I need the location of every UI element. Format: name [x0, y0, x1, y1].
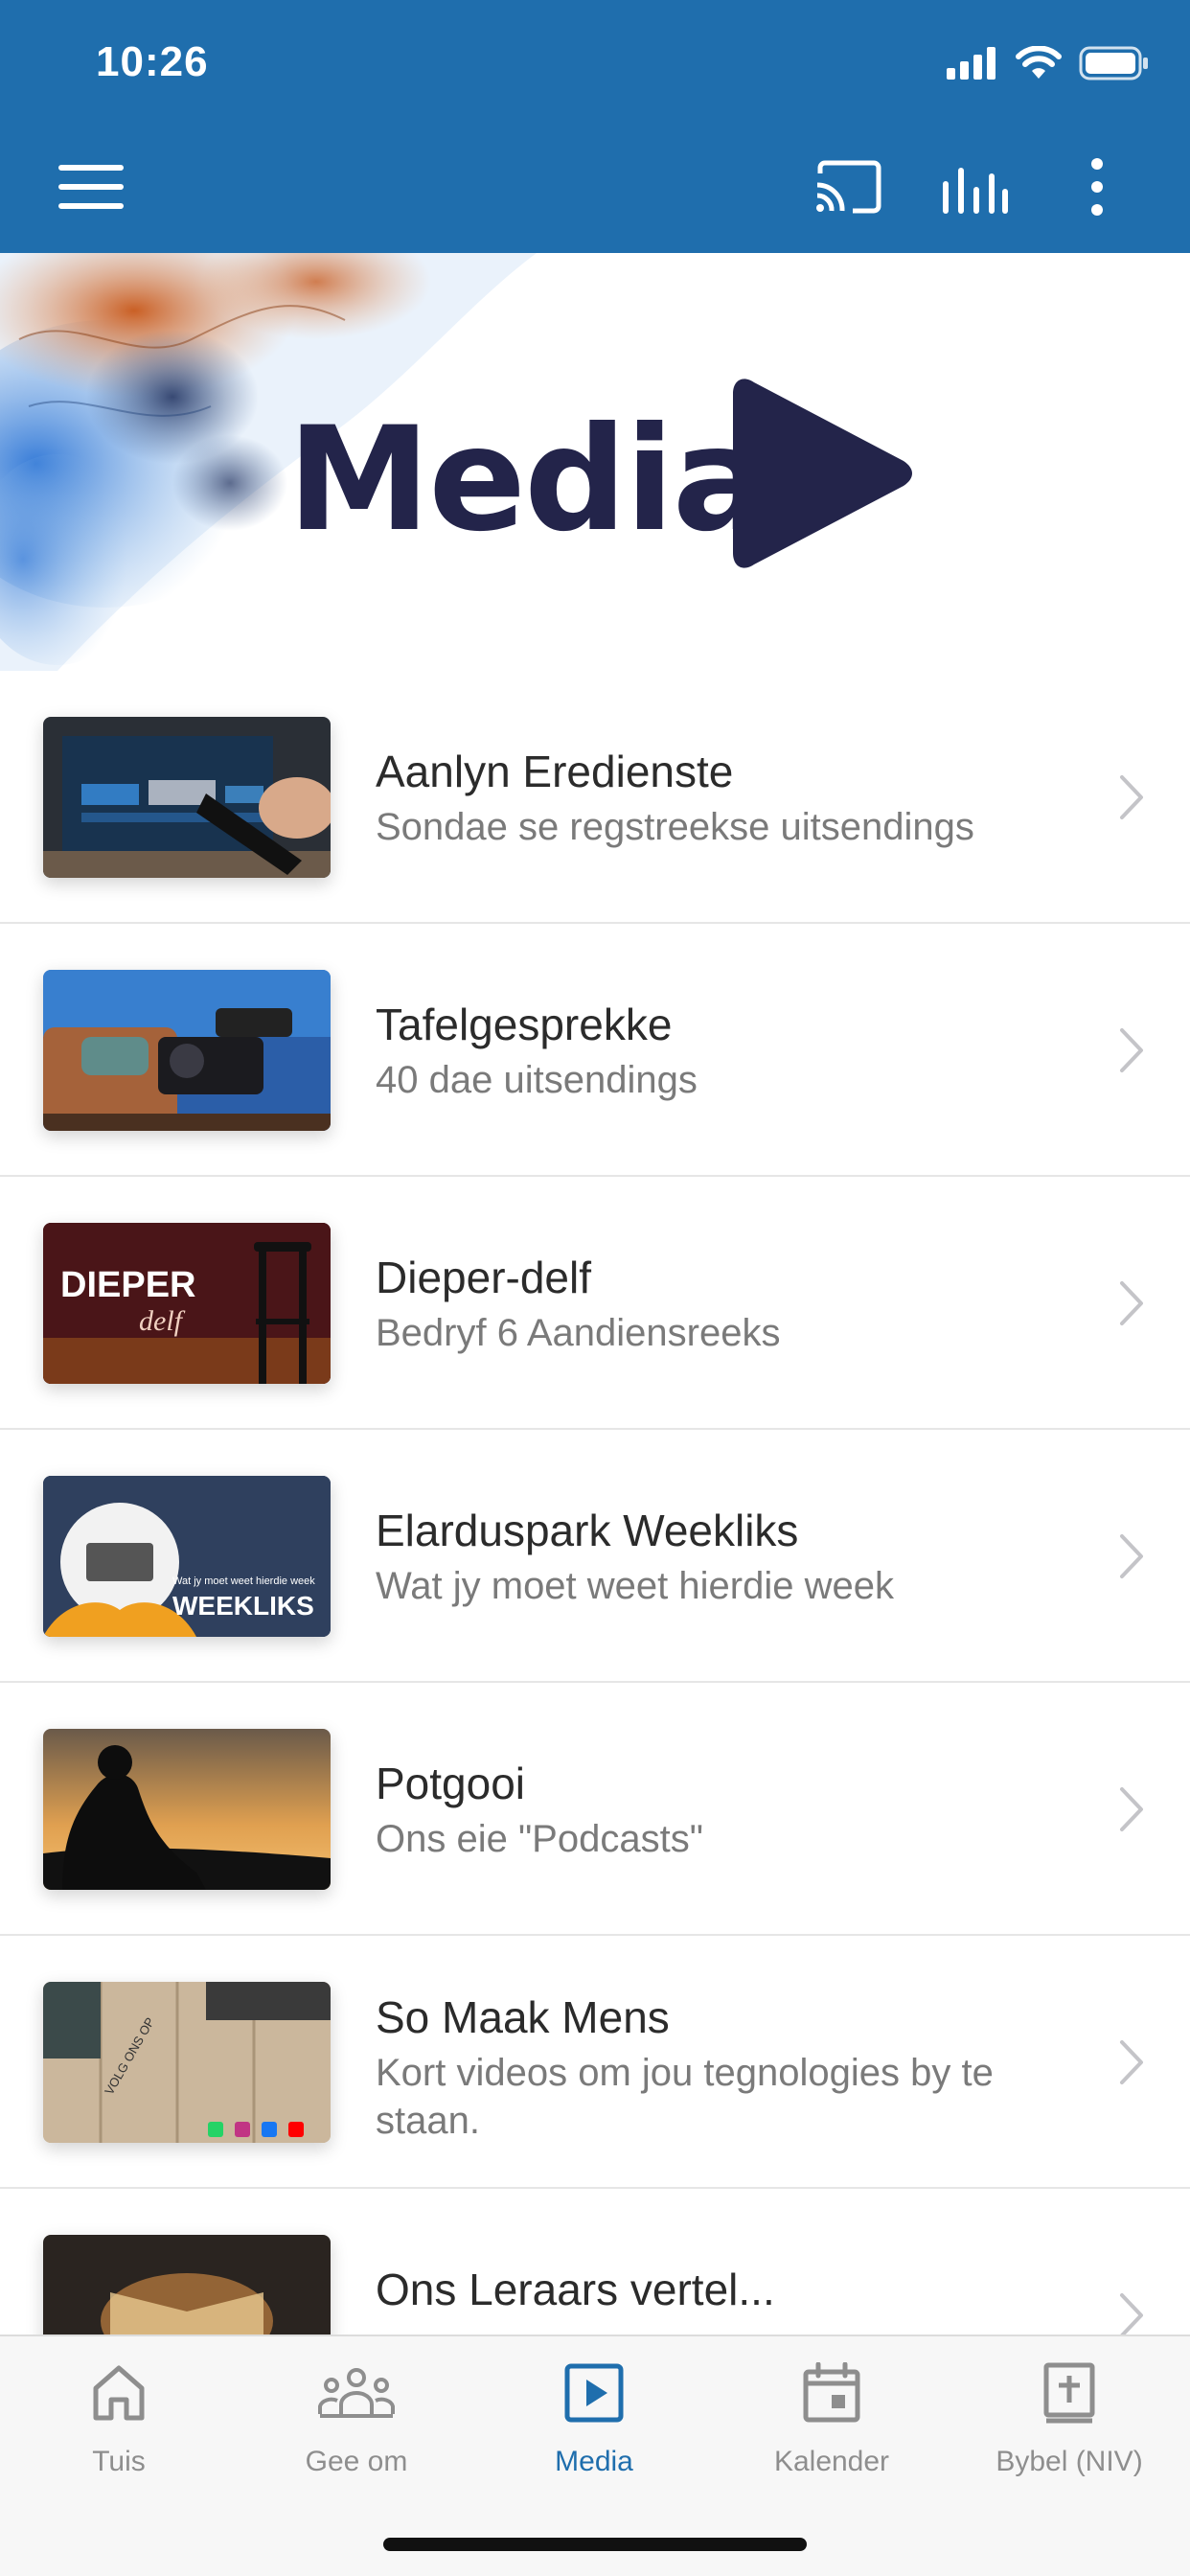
tab-label: Gee om [305, 2446, 408, 2477]
thumbnail-script: delf [139, 1305, 182, 1337]
cast-button[interactable] [805, 153, 891, 220]
list-item-subtitle: 40 dae uitsendings [376, 1059, 698, 1101]
thumbnail-caption: Wat jy moet weet hierdie week [172, 1576, 315, 1587]
wifi-icon [1016, 46, 1062, 79]
thumbnail-dieper-delf: DIEPER delf [43, 1223, 331, 1384]
calendar-icon [803, 2362, 860, 2423]
list-item-dieper-delf[interactable]: DIEPER delf Dieper-delf Bedryf 6 Aandien… [0, 1177, 1190, 1430]
chevron-right-icon [1120, 2293, 1143, 2337]
list-item-aanlyn-eredienste[interactable]: Aanlyn Eredienste Sondae se regstreekse … [0, 671, 1190, 924]
group-icon [318, 2368, 395, 2418]
menu-button[interactable] [48, 153, 134, 220]
home-indicator [383, 2538, 807, 2551]
list-item-tafelgesprekke[interactable]: Tafelgesprekke 40 dae uitsendings [0, 924, 1190, 1177]
thumbnail-tv-remote [43, 717, 331, 878]
tab-media[interactable]: Media [475, 2354, 713, 2497]
hamburger-menu-icon [58, 165, 124, 209]
list-item-subtitle: Ons eie "Podcasts" [376, 1818, 703, 1860]
list-item-subtitle: Kort videos om jou tegnologies by te sta… [376, 2052, 994, 2142]
list-item-title: Potgooi [376, 1759, 526, 1808]
list-item-elarduspark-weekliks[interactable]: Wat jy moet weet hierdie week WEEKLIKS E… [0, 1430, 1190, 1683]
play-square-icon [564, 2363, 624, 2423]
bar-chart-icon [943, 168, 1008, 214]
list-item-title: Ons Leraars vertel... [376, 2265, 775, 2314]
list-item-subtitle: Bedryf 6 Aandiensreeks [376, 1312, 781, 1354]
chevron-right-icon [1120, 1281, 1143, 1325]
tab-label: Tuis [92, 2446, 146, 2477]
thumbnail-text: DIEPER [60, 1265, 196, 1305]
tab-label: Kalender [773, 2446, 890, 2477]
tab-tuis[interactable]: Tuis [0, 2354, 238, 2497]
app-bar: 10:26 [0, 0, 1190, 253]
media-list: Aanlyn Eredienste Sondae se regstreekse … [0, 671, 1190, 2442]
tab-label: Bybel (NIV) [995, 2446, 1143, 2477]
chevron-right-icon [1120, 2040, 1143, 2084]
more-options-button[interactable] [1064, 153, 1131, 220]
status-time: 10:26 [96, 38, 209, 85]
list-item-title: Aanlyn Eredienste [376, 747, 734, 796]
stats-button[interactable] [931, 153, 1018, 220]
thumbnail-weekliks: Wat jy moet weet hierdie week WEEKLIKS [43, 1476, 331, 1637]
chevron-right-icon [1120, 775, 1143, 819]
thumbnail-camera-couch [43, 970, 331, 1131]
chevron-right-icon [1120, 1787, 1143, 1831]
home-icon [93, 2365, 145, 2421]
thumbnail-text: WEEKLIKS [172, 1591, 314, 1621]
battery-icon [1079, 46, 1148, 80]
more-vertical-icon [1091, 158, 1103, 216]
play-icon [733, 379, 912, 568]
chevron-right-icon [1120, 1534, 1143, 1578]
list-item-so-maak-mens[interactable]: VOLG ONS OP So Maak Mens Kort videos om … [0, 1936, 1190, 2189]
list-item-subtitle: Wat jy moet weet hierdie week [376, 1565, 894, 1607]
list-item-title: Dieper-delf [376, 1253, 591, 1302]
cast-icon [816, 160, 881, 214]
tab-bybel[interactable]: Bybel (NIV) [950, 2354, 1188, 2497]
hero-title: Media [287, 397, 769, 564]
list-item-subtitle: Sondae se regstreekse uitsendings [376, 806, 974, 848]
chevron-right-icon [1120, 1028, 1143, 1072]
list-item-potgooi[interactable]: Potgooi Ons eie "Podcasts" [0, 1683, 1190, 1936]
tab-kalender[interactable]: Kalender [713, 2354, 950, 2497]
media-hero-banner: Media [0, 253, 1190, 671]
status-icons [947, 46, 1150, 80]
thumbnail-wooden-desk: VOLG ONS OP [43, 1982, 331, 2143]
bible-icon [1043, 2362, 1095, 2424]
list-item-title: Elarduspark Weekliks [376, 1506, 799, 1555]
tab-gee-om[interactable]: Gee om [238, 2354, 475, 2497]
tab-label: Media [555, 2446, 633, 2477]
thumbnail-sunset-silhouette [43, 1729, 331, 1890]
list-item-title: So Maak Mens [376, 1992, 670, 2042]
signal-icon [947, 47, 995, 80]
list-item-title: Tafelgesprekke [376, 1000, 673, 1049]
